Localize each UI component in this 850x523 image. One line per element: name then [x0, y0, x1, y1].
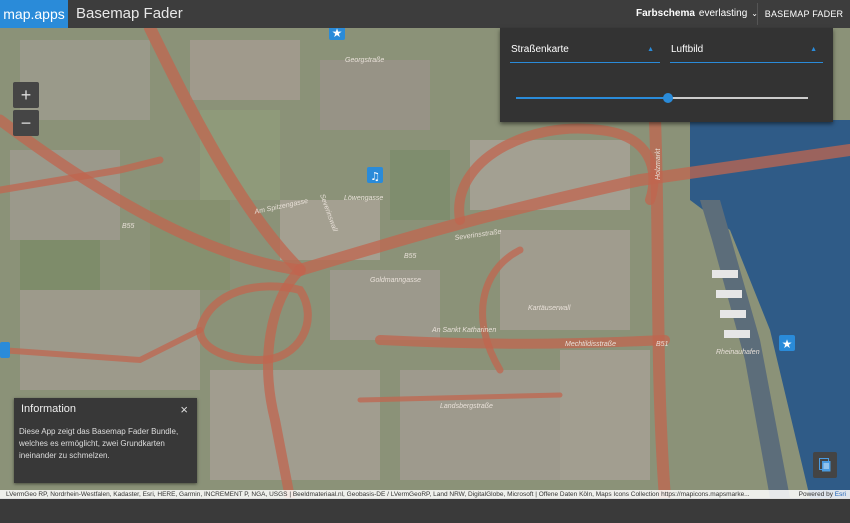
- brand-logo[interactable]: map.apps: [0, 0, 68, 28]
- basemap-fader-panel: Straßenkarte ▲ Luftbild ▲: [500, 28, 833, 122]
- right-basemap-value: Luftbild: [671, 44, 704, 55]
- street-label: Georgstraße: [345, 57, 384, 64]
- left-basemap-select[interactable]: Straßenkarte ▲: [510, 38, 660, 63]
- street-label: Mechtildisstraße: [565, 341, 616, 348]
- information-body: Diese App zeigt das Basemap Fader Bundle…: [19, 427, 179, 460]
- music-marker-icon[interactable]: ♫: [367, 167, 383, 183]
- attribution-text: LVermGeo RP, Nordrhein-Westfalen, Kadast…: [6, 491, 750, 498]
- close-icon[interactable]: ×: [180, 402, 188, 417]
- app-title: Basemap Fader: [76, 5, 183, 22]
- top-bar: map.apps Basemap Fader Farbschema everlas…: [0, 0, 850, 28]
- caret-up-icon: ▲: [810, 46, 817, 53]
- road-shield-label: B51: [656, 341, 669, 348]
- street-label: Landsbergstraße: [440, 403, 493, 410]
- fade-slider-fill: [516, 97, 668, 99]
- svg-text:★: ★: [332, 28, 343, 40]
- star-marker-icon[interactable]: ★: [779, 335, 795, 351]
- powered-by: Powered by Esri: [799, 490, 846, 499]
- information-window: Information × Diese App zeigt das Basema…: [14, 398, 197, 483]
- road-shield-label: B55: [404, 253, 417, 260]
- street-label: An Sankt Katharinen: [431, 327, 496, 334]
- zoom-out-button[interactable]: −: [13, 110, 39, 136]
- music-marker-icon[interactable]: [0, 342, 10, 358]
- zoom-in-button[interactable]: +: [13, 82, 39, 108]
- right-basemap-select[interactable]: Luftbild ▲: [670, 38, 823, 63]
- star-marker-icon[interactable]: ★: [329, 28, 345, 40]
- street-label: Rheinauhafen: [716, 349, 760, 356]
- fade-slider-handle[interactable]: [662, 93, 673, 103]
- esri-link[interactable]: Esri: [835, 491, 846, 498]
- print-icon: [819, 458, 831, 472]
- svg-text:★: ★: [782, 337, 793, 351]
- footer-bar: [0, 499, 850, 523]
- caret-up-icon: ▲: [647, 46, 654, 53]
- street-label: Holzmarkt: [655, 147, 662, 180]
- powered-by-label: Powered by: [798, 491, 833, 498]
- fade-slider[interactable]: [516, 93, 808, 103]
- color-scheme-label: Farbschema: [636, 8, 695, 19]
- street-label: Goldmanngasse: [370, 277, 421, 284]
- street-label: Löwengasse: [344, 195, 383, 202]
- left-basemap-value: Straßenkarte: [511, 44, 569, 55]
- color-scheme-value: everlasting: [698, 8, 748, 19]
- svg-text:♫: ♫: [370, 170, 380, 183]
- print-button[interactable]: [813, 452, 837, 478]
- basemap-fader-button[interactable]: BASEMAP FADER: [758, 0, 850, 28]
- road-shield-label: B55: [122, 223, 135, 230]
- street-label: Kartäuserwall: [528, 305, 571, 312]
- information-title: Information: [21, 403, 77, 415]
- attribution-bar: LVermGeo RP, Nordrhein-Westfalen, Kadast…: [0, 490, 850, 499]
- color-scheme-selector[interactable]: Farbschema everlasting ⌄: [636, 0, 758, 28]
